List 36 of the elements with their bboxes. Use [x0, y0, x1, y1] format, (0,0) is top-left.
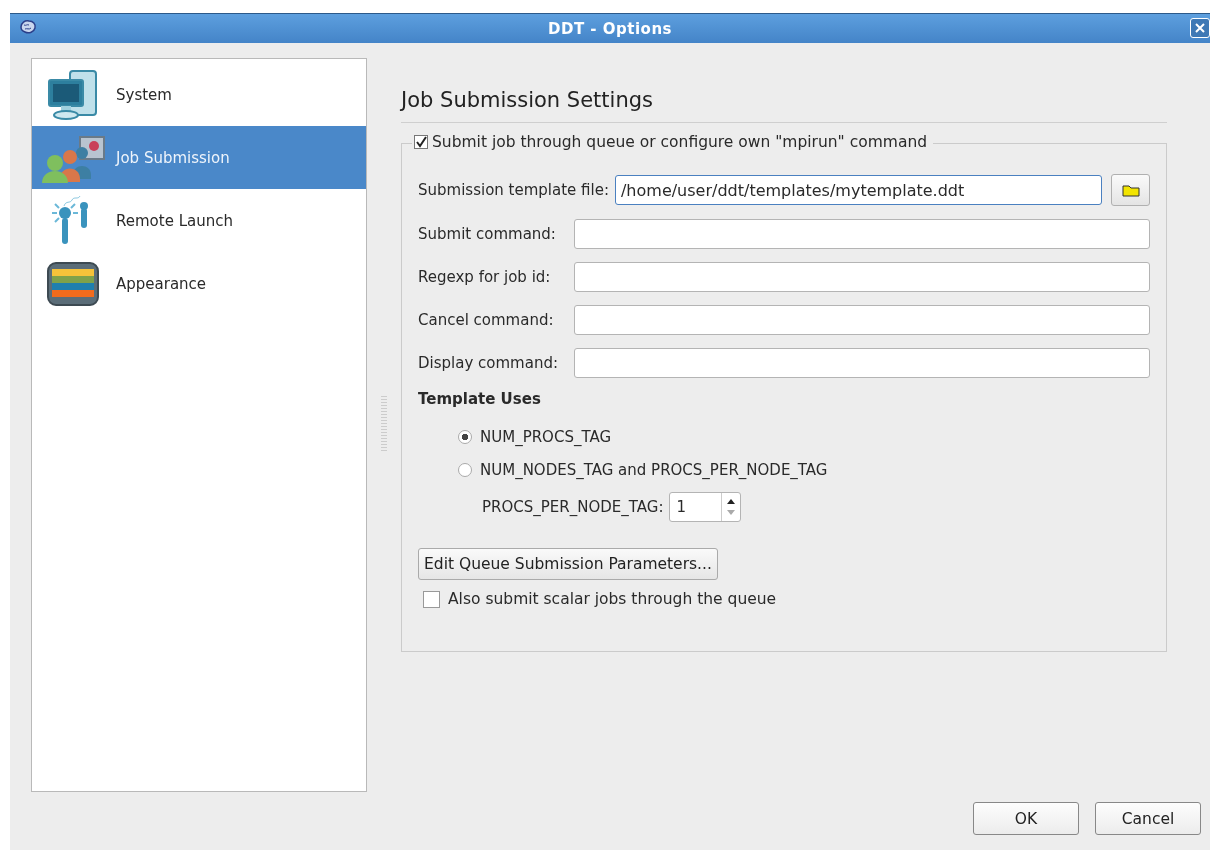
- radio-label: NUM_NODES_TAG and PROCS_PER_NODE_TAG: [480, 461, 828, 479]
- spin-box[interactable]: 1: [669, 492, 742, 522]
- spin-label: PROCS_PER_NODE_TAG:: [482, 498, 664, 516]
- edit-parameters-button[interactable]: Edit Queue Submission Parameters...: [418, 548, 718, 580]
- category-item[interactable]: Appearance: [32, 252, 366, 315]
- close-icon: [1195, 23, 1205, 33]
- radio-button[interactable]: [458, 430, 472, 444]
- section-heading: Template Uses: [418, 390, 542, 408]
- browse-button[interactable]: [1111, 174, 1150, 206]
- radio-option[interactable]: NUM_PROCS_TAG: [458, 428, 1150, 446]
- dialog-button[interactable]: OK: [973, 802, 1079, 835]
- folder-icon: [1121, 183, 1140, 197]
- window-title: DDT - Options: [548, 19, 672, 38]
- checkbox[interactable]: [423, 590, 440, 608]
- text-field[interactable]: [574, 219, 1150, 249]
- field-label: Display command:: [418, 354, 559, 372]
- field-label: Regexp for job id:: [418, 268, 552, 286]
- radio-button[interactable]: [458, 463, 472, 477]
- scalar-checkbox[interactable]: Also submit scalar jobs through the queue: [418, 590, 1150, 608]
- checkbox-label: Also submit scalar jobs through the queue: [448, 590, 777, 608]
- app-icon: [18, 18, 38, 36]
- radio-label: NUM_PROCS_TAG: [480, 428, 612, 446]
- radio-option[interactable]: NUM_NODES_TAG and PROCS_PER_NODE_TAG: [458, 461, 1150, 479]
- page-heading: Job Submission Settings: [401, 88, 1167, 123]
- field-label: Submission template file:: [418, 181, 609, 199]
- text-field[interactable]: [574, 348, 1150, 378]
- text-field[interactable]: [574, 262, 1150, 292]
- category-item[interactable]: System: [32, 63, 366, 126]
- text-field[interactable]: [574, 305, 1150, 335]
- field-label: Submit command:: [418, 225, 557, 243]
- text-field[interactable]: /home/user/ddt/templates/mytemplate.ddt: [614, 175, 1102, 205]
- checkbox[interactable]: [414, 135, 428, 149]
- dialog-button[interactable]: Cancel: [1095, 802, 1201, 835]
- close-button[interactable]: [1190, 18, 1210, 38]
- field-label: Cancel command:: [418, 311, 555, 329]
- category-item[interactable]: Remote Launch: [32, 189, 366, 252]
